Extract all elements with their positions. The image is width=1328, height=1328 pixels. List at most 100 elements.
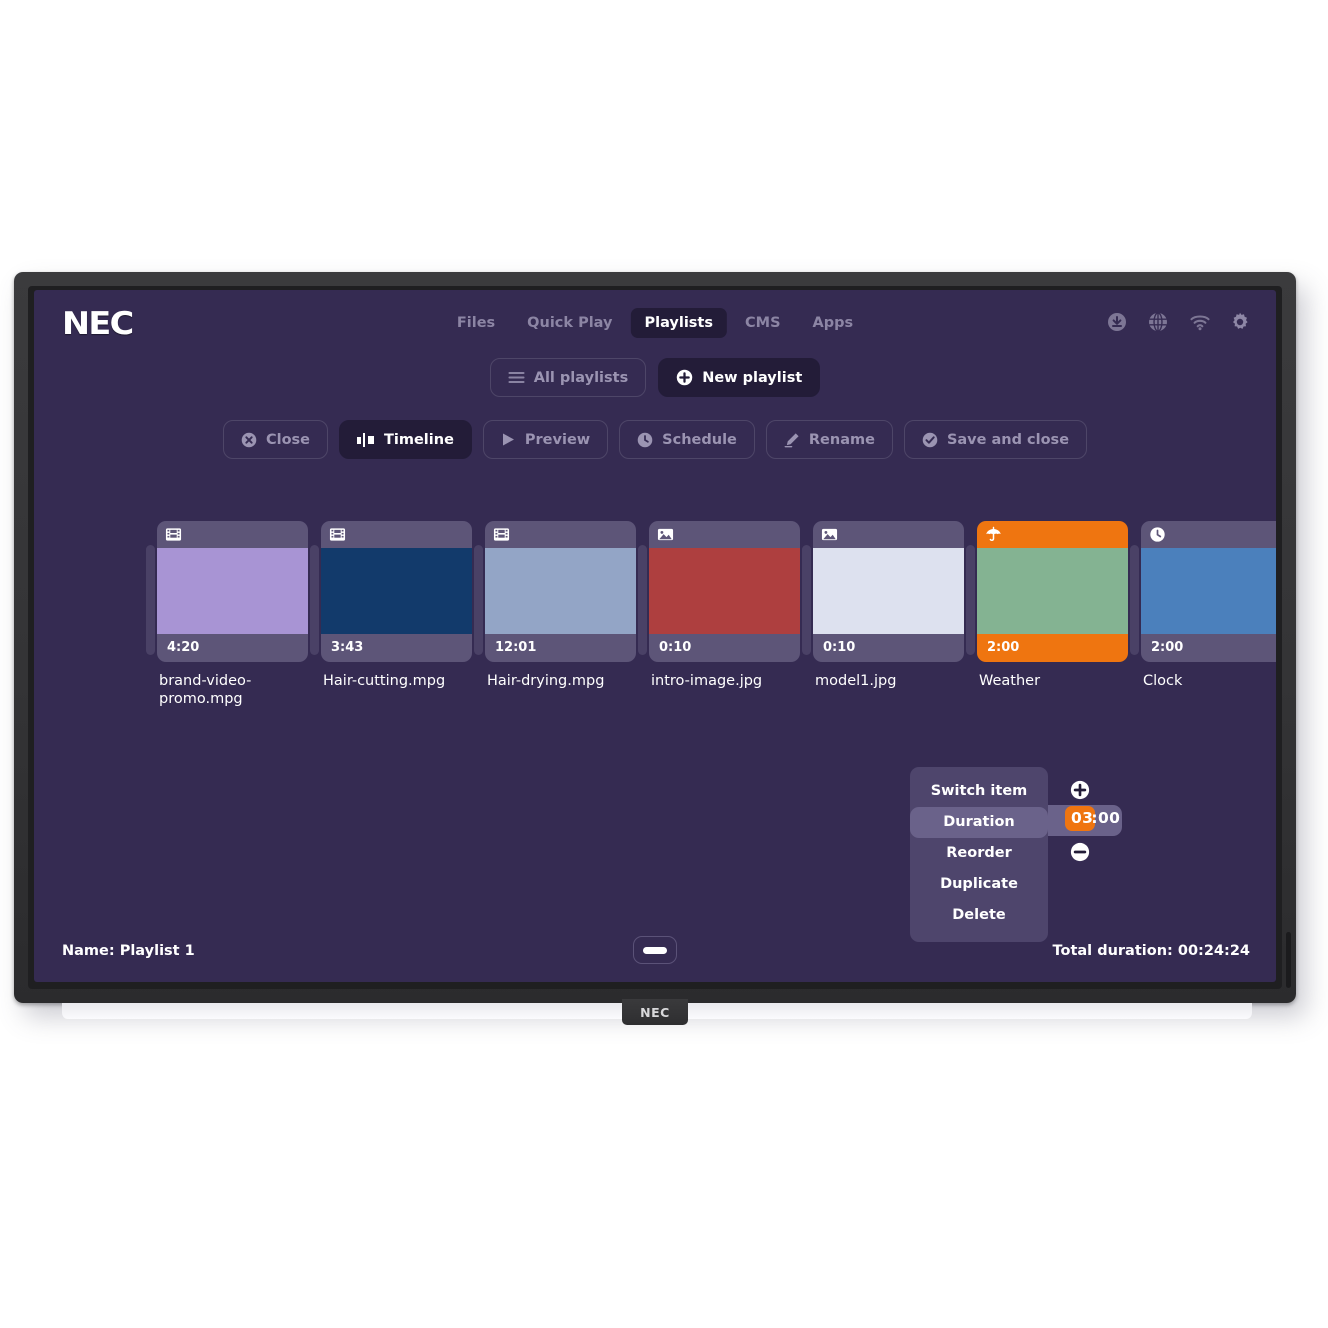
- close-button[interactable]: Close: [222, 420, 328, 459]
- nav-item-quick-play[interactable]: Quick Play: [513, 308, 626, 338]
- wifi-icon[interactable]: [1189, 312, 1210, 332]
- drag-handle[interactable]: [146, 545, 155, 655]
- playlist-actions-bar: All playlists New playlist: [34, 358, 1276, 397]
- timeline-card[interactable]: 0:10: [813, 521, 964, 662]
- umbrella-icon: [985, 526, 1002, 543]
- card-thumbnail: [321, 548, 472, 634]
- nav-item-files[interactable]: Files: [443, 308, 509, 338]
- playlist-edit-toolbar: Close Timeline Preview Schedule Rename S…: [34, 420, 1276, 459]
- timeline-card[interactable]: 0:10: [649, 521, 800, 662]
- rename-button[interactable]: Rename: [765, 420, 893, 459]
- display-screen: NEC Files Quick Play Playlists CMS Apps: [34, 290, 1276, 982]
- display-side-indicator: [1286, 932, 1291, 988]
- timeline-card[interactable]: 2:00: [977, 521, 1128, 662]
- card-footer: 0:10: [649, 634, 800, 662]
- preview-button-label: Preview: [524, 431, 591, 448]
- download-icon[interactable]: [1107, 312, 1127, 332]
- timeline-item[interactable]: 12:01 Hair-drying.mpg: [485, 521, 636, 690]
- drag-handle[interactable]: [310, 545, 319, 655]
- card-duration: 0:10: [823, 640, 856, 655]
- card-label: intro-image.jpg: [651, 673, 763, 689]
- nav-item-cms[interactable]: CMS: [731, 308, 795, 338]
- duration-decrement-button[interactable]: [1070, 842, 1090, 862]
- gear-icon[interactable]: [1230, 312, 1250, 332]
- card-header: [977, 521, 1128, 548]
- film-icon: [165, 526, 182, 543]
- card-header: [813, 521, 964, 548]
- rename-button-label: Rename: [808, 431, 875, 448]
- nec-display-chassis: NEC Files Quick Play Playlists CMS Apps: [14, 272, 1296, 1025]
- close-button-label: Close: [265, 431, 310, 448]
- card-label: Hair-drying.mpg: [487, 673, 605, 689]
- schedule-button-label: Schedule: [662, 431, 737, 448]
- timeline-button[interactable]: Timeline: [339, 420, 472, 459]
- timeline-item[interactable]: 0:10 model1.jpg: [813, 521, 964, 690]
- card-header: [321, 521, 472, 548]
- card-thumbnail: [1141, 548, 1276, 634]
- timeline-button-label: Timeline: [384, 431, 454, 448]
- card-thumbnail: [813, 548, 964, 634]
- film-icon: [329, 526, 346, 543]
- all-playlists-button[interactable]: All playlists: [489, 358, 647, 397]
- card-footer: 2:00: [977, 634, 1128, 662]
- timeline-card[interactable]: 12:01: [485, 521, 636, 662]
- context-menu-item-switch-item[interactable]: Switch item: [910, 776, 1048, 807]
- duration-value-remainder[interactable]: :00: [1091, 809, 1120, 827]
- context-menu-item-duration[interactable]: Duration: [910, 807, 1048, 838]
- timeline-item[interactable]: 4:20 brand-video-promo.mpg: [157, 521, 308, 708]
- card-thumbnail: [485, 548, 636, 634]
- card-thumbnail: [649, 548, 800, 634]
- globe-icon[interactable]: [1148, 312, 1168, 332]
- card-duration: 3:43: [331, 640, 364, 655]
- status-bar: Name: Playlist 1 Total duration: 00:24:2…: [34, 930, 1276, 982]
- nav-item-playlists[interactable]: Playlists: [630, 308, 727, 338]
- timeline-item[interactable]: 0:10 intro-image.jpg: [649, 521, 800, 690]
- duration-value[interactable]: 03:00: [1065, 806, 1120, 831]
- card-footer: 0:10: [813, 634, 964, 662]
- drag-handle[interactable]: [966, 545, 975, 655]
- film-icon: [493, 526, 510, 543]
- card-duration: 2:00: [1151, 640, 1184, 655]
- close-circle-icon: [241, 432, 257, 448]
- timeline-item-selected[interactable]: 2:00 Weather: [977, 521, 1128, 690]
- drag-handle[interactable]: [802, 545, 811, 655]
- nav-item-apps[interactable]: Apps: [799, 308, 868, 338]
- drag-handle[interactable]: [1130, 545, 1139, 655]
- duration-increment-button[interactable]: [1070, 780, 1090, 800]
- play-icon: [501, 432, 516, 447]
- preview-button[interactable]: Preview: [482, 420, 609, 459]
- drag-handle[interactable]: [474, 545, 483, 655]
- plus-circle-icon: [676, 369, 693, 386]
- card-thumbnail: [157, 548, 308, 634]
- timeline-card[interactable]: 2:00: [1141, 521, 1276, 662]
- image-icon: [821, 526, 838, 543]
- timeline-card[interactable]: 3:43: [321, 521, 472, 662]
- image-icon: [657, 526, 674, 543]
- context-menu-item-delete[interactable]: Delete: [910, 900, 1048, 931]
- timeline-card[interactable]: 4:20: [157, 521, 308, 662]
- clock-icon: [1149, 526, 1166, 543]
- card-duration: 4:20: [167, 640, 200, 655]
- main-navigation: Files Quick Play Playlists CMS Apps: [443, 308, 867, 338]
- card-label: Clock: [1143, 673, 1183, 689]
- collapse-handle-icon[interactable]: [633, 936, 677, 964]
- card-header: [1141, 521, 1276, 548]
- context-menu-item-duplicate[interactable]: Duplicate: [910, 869, 1048, 900]
- timeline-item[interactable]: 3:43 Hair-cutting.mpg: [321, 521, 472, 690]
- total-duration-label: Total duration: 00:24:24: [1052, 943, 1250, 959]
- card-header: [157, 521, 308, 548]
- card-header: [649, 521, 800, 548]
- save-and-close-button[interactable]: Save and close: [903, 420, 1088, 459]
- schedule-button[interactable]: Schedule: [619, 420, 755, 459]
- playlist-timeline: 4:20 brand-video-promo.mpg 3:43 Hair-cut…: [34, 521, 1276, 708]
- context-menu-item-reorder[interactable]: Reorder: [910, 838, 1048, 869]
- card-footer: 12:01: [485, 634, 636, 662]
- card-footer: 4:20: [157, 634, 308, 662]
- hamburger-icon: [508, 371, 525, 384]
- new-playlist-button[interactable]: New playlist: [658, 358, 821, 397]
- card-duration: 12:01: [495, 640, 537, 655]
- clock-icon: [637, 432, 653, 448]
- drag-handle[interactable]: [638, 545, 647, 655]
- app-top-bar: NEC Files Quick Play Playlists CMS Apps: [34, 290, 1276, 352]
- timeline-item[interactable]: 2:00 Clock: [1141, 521, 1276, 690]
